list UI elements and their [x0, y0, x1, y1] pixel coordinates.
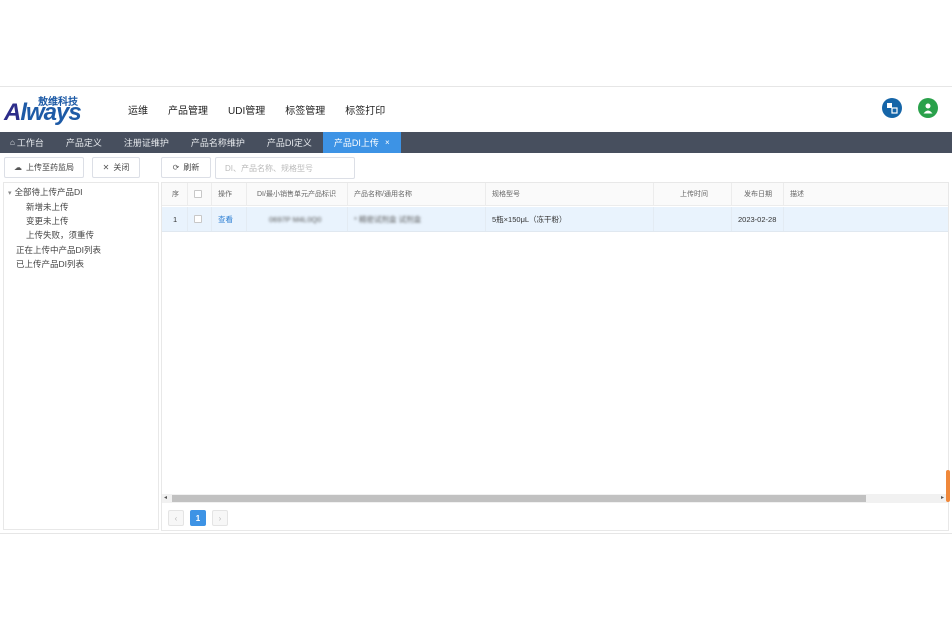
scroll-left-icon[interactable]: ◂ — [164, 494, 167, 501]
row-action: 查看 — [212, 207, 247, 231]
tree-item-new-not-uploaded[interactable]: 新增未上传 — [26, 201, 69, 213]
close-icon: ✕ — [102, 163, 110, 172]
nav-product-management[interactable]: 产品管理 — [168, 102, 208, 117]
chevron-down-icon: ▾ — [8, 190, 12, 197]
tab-workbench[interactable]: ⌂ 工作台 — [0, 132, 55, 153]
col-product-name[interactable]: 产品名称/通用名称 — [348, 183, 486, 205]
row-upload-time — [654, 207, 732, 231]
upload-category-tree: ▾ 全部待上传产品DI 新增未上传 变更未上传 上传失败，须重传 正在上传中产品D… — [3, 182, 159, 530]
horizontal-scrollbar[interactable]: ◂ ▸ — [162, 494, 948, 503]
col-di[interactable]: DI/最小销售单元产品标识 — [247, 183, 348, 205]
row-publish-date: 2023-02-28 — [732, 207, 784, 231]
col-description[interactable]: 描述 — [784, 183, 948, 205]
row-di: 0697P M4L0Q0 — [247, 207, 348, 231]
row-index: 1 — [162, 207, 188, 231]
row-checkbox[interactable] — [194, 215, 202, 223]
prev-page-button[interactable]: ‹ — [168, 510, 184, 526]
nav-ops[interactable]: 运维 — [128, 102, 148, 117]
view-link[interactable]: 查看 — [218, 214, 233, 225]
tree-item-changed-not-uploaded[interactable]: 变更未上传 — [26, 215, 69, 227]
col-index: 序 — [162, 183, 188, 205]
nav-label-management[interactable]: 标签管理 — [285, 102, 325, 117]
tree-item-all-pending[interactable]: ▾ 全部待上传产品DI — [8, 186, 83, 198]
tab-product-definition[interactable]: 产品定义 — [55, 132, 113, 153]
row-description — [784, 207, 948, 231]
col-upload-time[interactable]: 上传时间 — [654, 183, 732, 205]
next-page-button[interactable]: › — [212, 510, 228, 526]
upload-to-fda-button[interactable]: ☁ 上传至药监局 — [4, 157, 84, 178]
nav-label-print[interactable]: 标签打印 — [345, 102, 385, 117]
tree-item-uploading[interactable]: 正在上传中产品DI列表 — [16, 244, 101, 256]
scrollbar-thumb[interactable] — [172, 495, 866, 502]
company-logo[interactable]: 敖维科技 Always — [4, 93, 82, 126]
app-window: 敖维科技 Always 运维 产品管理 UDI管理 标签管理 标签打印 ⌂ 工作… — [0, 86, 952, 534]
tab-product-di-definition[interactable]: 产品DI定义 — [256, 132, 323, 153]
select-all-checkbox[interactable] — [194, 190, 202, 198]
scroll-right-icon[interactable]: ▸ — [941, 494, 944, 501]
col-select-all[interactable] — [188, 183, 212, 205]
tree-item-upload-failed[interactable]: 上传失败，须重传 — [26, 229, 94, 241]
table-header: 序 操作 DI/最小销售单元产品标识 产品名称/通用名称 规格型号 上传时间 发… — [162, 183, 948, 206]
product-di-table: 序 操作 DI/最小销售单元产品标识 产品名称/通用名称 规格型号 上传时间 发… — [161, 182, 949, 531]
refresh-button[interactable]: ⟳ 刷新 — [161, 157, 211, 178]
settings-switch-icon[interactable] — [882, 98, 902, 118]
refresh-icon: ⟳ — [172, 163, 180, 172]
row-product-name: * 精密试剂盒 试剂盒 — [348, 207, 486, 231]
tab-product-name-maintenance[interactable]: 产品名称维护 — [180, 132, 256, 153]
cloud-upload-icon: ☁ — [14, 163, 22, 172]
top-header: 敖维科技 Always 运维 产品管理 UDI管理 标签管理 标签打印 — [0, 87, 952, 132]
page-tabs: ⌂ 工作台 产品定义 注册证维护 产品名称维护 产品DI定义 产品DI上传 × — [0, 132, 952, 153]
user-icon[interactable] — [918, 98, 938, 118]
main-nav: 运维 产品管理 UDI管理 标签管理 标签打印 — [118, 87, 395, 132]
logo-wordmark: Always — [4, 99, 82, 126]
col-spec[interactable]: 规格型号 — [486, 183, 654, 205]
row-spec: 5瓶×150μL（冻干粉） — [486, 207, 654, 231]
page-1-button[interactable]: 1 — [190, 510, 206, 526]
home-icon: ⌂ — [10, 138, 15, 147]
search-input[interactable]: DI、产品名称、规格型号 — [215, 157, 355, 179]
close-button[interactable]: ✕ 关闭 — [92, 157, 140, 178]
col-publish-date[interactable]: 发布日期 — [732, 183, 784, 205]
table-row[interactable]: 1 查看 0697P M4L0Q0 * 精密试剂盒 试剂盒 5瓶×150μL（冻… — [162, 207, 948, 232]
tab-close-icon[interactable]: × — [385, 138, 390, 147]
row-select[interactable] — [188, 207, 212, 231]
vertical-scroll-indicator[interactable] — [946, 470, 950, 502]
nav-udi-management[interactable]: UDI管理 — [228, 102, 265, 117]
tab-product-di-upload[interactable]: 产品DI上传 × — [322, 132, 401, 153]
tab-registration-maintenance[interactable]: 注册证维护 — [113, 132, 180, 153]
tree-item-uploaded[interactable]: 已上传产品DI列表 — [16, 258, 84, 270]
col-action: 操作 — [212, 183, 247, 205]
